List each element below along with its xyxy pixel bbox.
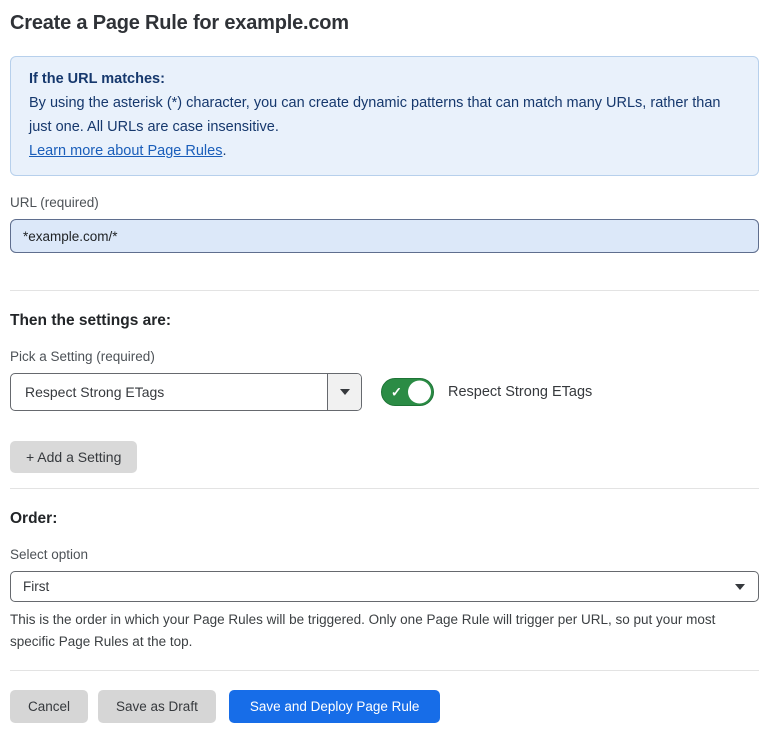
link-suffix: . — [222, 143, 226, 159]
section-divider — [10, 488, 759, 489]
cancel-button[interactable]: Cancel — [10, 690, 88, 723]
info-box-link-line: Learn more about Page Rules. — [29, 139, 740, 163]
setting-row: Respect Strong ETags ✓ Respect Strong ET… — [10, 373, 759, 411]
setting-toggle-label: Respect Strong ETags — [448, 384, 592, 400]
learn-more-link[interactable]: Learn more about Page Rules — [29, 143, 222, 159]
section-divider — [10, 670, 759, 671]
page-rule-form: Create a Page Rule for example.com If th… — [0, 12, 769, 723]
add-setting-button[interactable]: + Add a Setting — [10, 441, 137, 473]
toggle-knob — [408, 381, 431, 404]
url-field-label: URL (required) — [10, 195, 759, 210]
save-as-draft-button[interactable]: Save as Draft — [98, 690, 216, 723]
check-icon: ✓ — [391, 386, 402, 399]
order-section-heading: Order: — [10, 510, 759, 528]
setting-toggle-group: ✓ Respect Strong ETags — [381, 378, 592, 406]
order-select-chevron — [722, 572, 758, 601]
info-box-heading: If the URL matches: — [29, 67, 740, 91]
info-box-body: By using the asterisk (*) character, you… — [29, 91, 740, 139]
order-select[interactable]: First — [10, 571, 759, 602]
settings-section-heading: Then the settings are: — [10, 312, 759, 330]
setting-toggle[interactable]: ✓ — [381, 378, 434, 406]
setting-select-value: Respect Strong ETags — [11, 374, 327, 410]
chevron-down-icon — [735, 584, 745, 590]
save-and-deploy-button[interactable]: Save and Deploy Page Rule — [229, 690, 441, 723]
page-title: Create a Page Rule for example.com — [10, 12, 759, 35]
order-help-text: This is the order in which your Page Rul… — [10, 609, 755, 653]
dropdown-arrow-icon — [340, 389, 350, 395]
url-input[interactable] — [10, 219, 759, 253]
setting-select[interactable]: Respect Strong ETags — [10, 373, 362, 411]
order-select-value: First — [11, 572, 722, 601]
setting-picker-label: Pick a Setting (required) — [10, 349, 759, 364]
form-actions: Cancel Save as Draft Save and Deploy Pag… — [10, 690, 759, 723]
setting-select-arrow-button[interactable] — [327, 374, 361, 410]
url-match-info-box: If the URL matches: By using the asteris… — [10, 56, 759, 176]
order-select-label: Select option — [10, 547, 759, 562]
section-divider — [10, 290, 759, 291]
